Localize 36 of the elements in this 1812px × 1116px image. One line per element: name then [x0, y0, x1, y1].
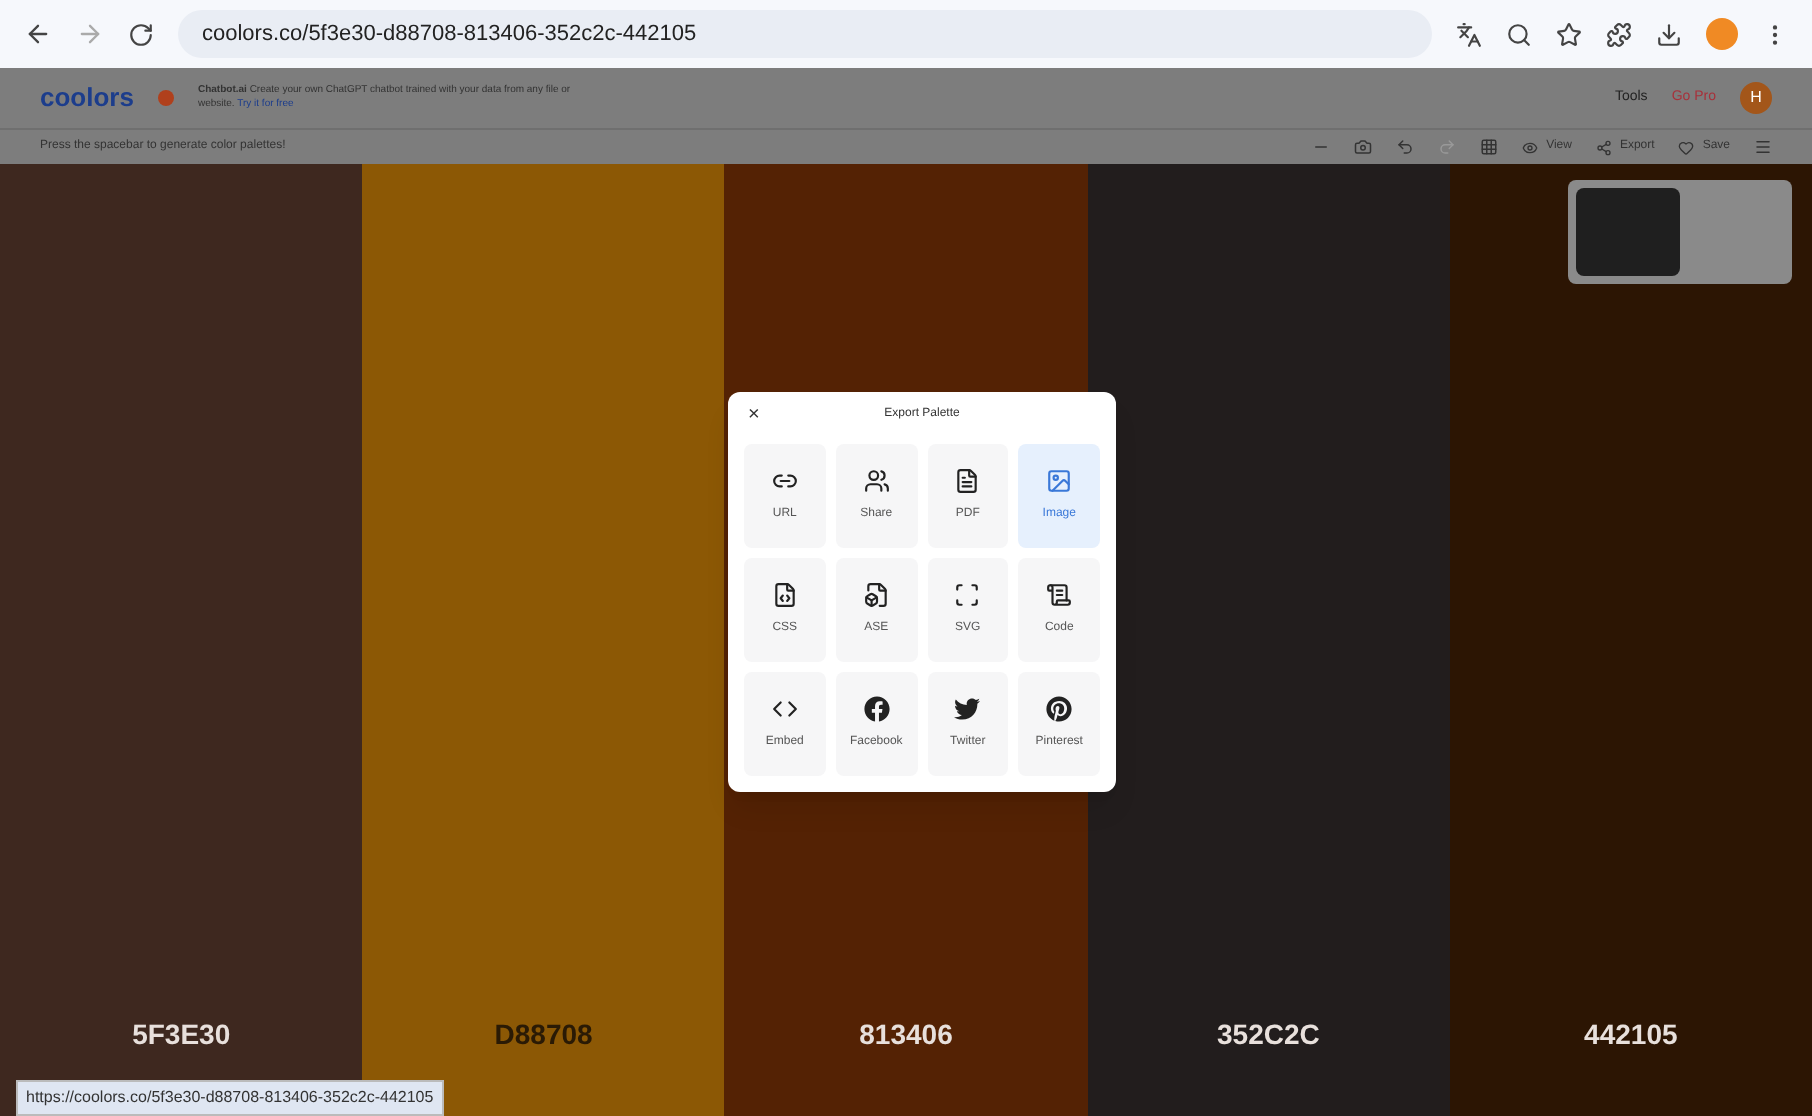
zoom-icon[interactable] — [1506, 21, 1532, 47]
download-icon[interactable] — [1656, 21, 1682, 47]
people-icon — [863, 468, 890, 494]
ad-logo-icon — [157, 90, 174, 106]
heart-icon — [1678, 139, 1695, 155]
twitter-icon — [954, 696, 981, 722]
address-bar[interactable]: coolors.co/5f3e30-d88708-813406-352c2c-442105 — [178, 10, 1432, 58]
frame-icon — [954, 582, 981, 608]
image-icon — [1046, 468, 1073, 494]
close-button[interactable]: × — [748, 399, 760, 429]
code-icon — [771, 696, 798, 722]
file-code-icon — [771, 582, 798, 608]
facebook-icon — [863, 696, 890, 722]
extensions-icon[interactable] — [1606, 21, 1632, 47]
hex-code[interactable]: 442105 — [1584, 1014, 1678, 1056]
translate-icon[interactable] — [1456, 21, 1482, 47]
reload-icon[interactable] — [128, 21, 154, 47]
hex-code[interactable]: 352C2C — [1217, 1014, 1320, 1056]
color-column[interactable]: 442105 — [1449, 164, 1812, 1116]
user-avatar[interactable]: H — [1740, 82, 1772, 114]
hex-code[interactable]: 5F3E30 — [132, 1014, 231, 1056]
hex-code[interactable]: 813406 — [859, 1014, 953, 1056]
file-icon — [863, 582, 890, 608]
status-url: https://coolors.co/5f3e30-d88708-813406-352c2c-442105 — [16, 1080, 444, 1116]
promo-image — [1576, 188, 1680, 276]
back-icon[interactable] — [24, 20, 52, 48]
grid-icon[interactable] — [1480, 138, 1499, 156]
document-icon — [954, 468, 981, 494]
eye-icon — [1522, 139, 1539, 155]
color-column[interactable]: 352C2C — [1087, 164, 1450, 1116]
undo-icon[interactable] — [1396, 138, 1415, 156]
bookmark-icon[interactable] — [1556, 21, 1582, 47]
share-icon — [1595, 139, 1612, 155]
camera-icon[interactable] — [1354, 138, 1373, 156]
scroll-icon — [1046, 582, 1073, 608]
pinterest-icon — [1046, 696, 1073, 722]
